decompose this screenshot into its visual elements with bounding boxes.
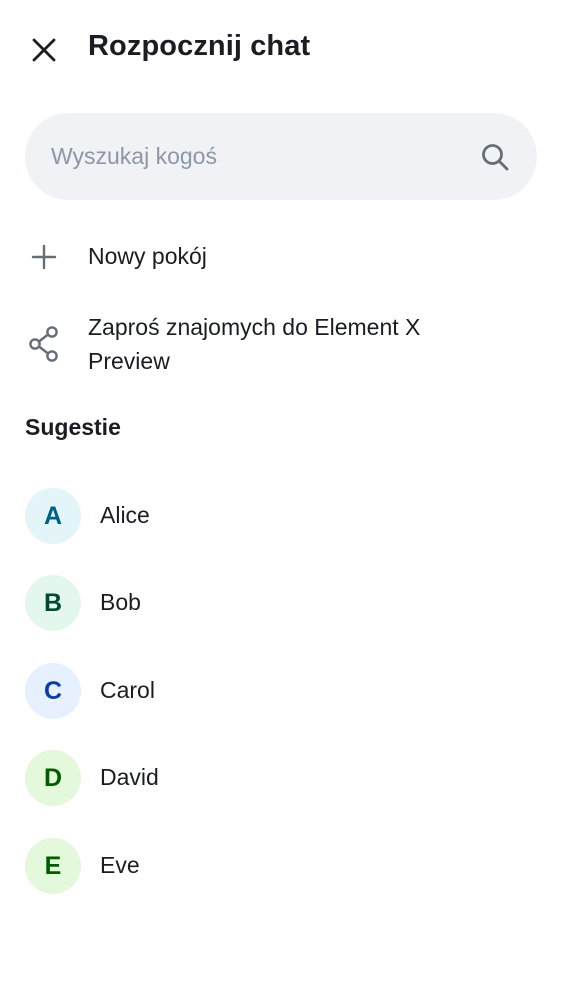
new-room-label: Nowy pokój [88,243,207,269]
close-button[interactable] [20,26,68,74]
search-input[interactable] [25,113,471,200]
invite-friends-button[interactable]: Zaproś znajomych do Element X Preview [0,306,562,384]
list-item[interactable]: A Alice [0,476,562,556]
list-item[interactable]: B Bob [0,563,562,643]
close-icon [32,38,56,62]
user-name: Eve [100,852,140,878]
search-icon[interactable] [479,141,511,173]
avatar: E [25,838,81,894]
suggestions-heading: Sugestie [25,414,121,440]
search-bar[interactable] [25,113,537,200]
list-item[interactable]: C Carol [0,651,562,731]
invite-friends-label: Zaproś znajomych do Element X Preview [88,314,421,374]
user-name: Bob [100,589,141,615]
share-icon [26,326,62,362]
top-app-bar: Rozpocznij chat [0,0,562,100]
user-name: David [100,764,159,790]
user-name: Alice [100,502,150,528]
list-item[interactable]: E Eve [0,826,562,906]
avatar: A [25,488,81,544]
page-title: Rozpocznij chat [88,30,311,62]
list-item[interactable]: D David [0,738,562,818]
avatar: C [25,663,81,719]
avatar: B [25,575,81,631]
user-name: Carol [100,677,155,703]
new-room-button[interactable]: Nowy pokój [0,228,562,286]
avatar: D [25,750,81,806]
plus-icon [26,239,62,275]
